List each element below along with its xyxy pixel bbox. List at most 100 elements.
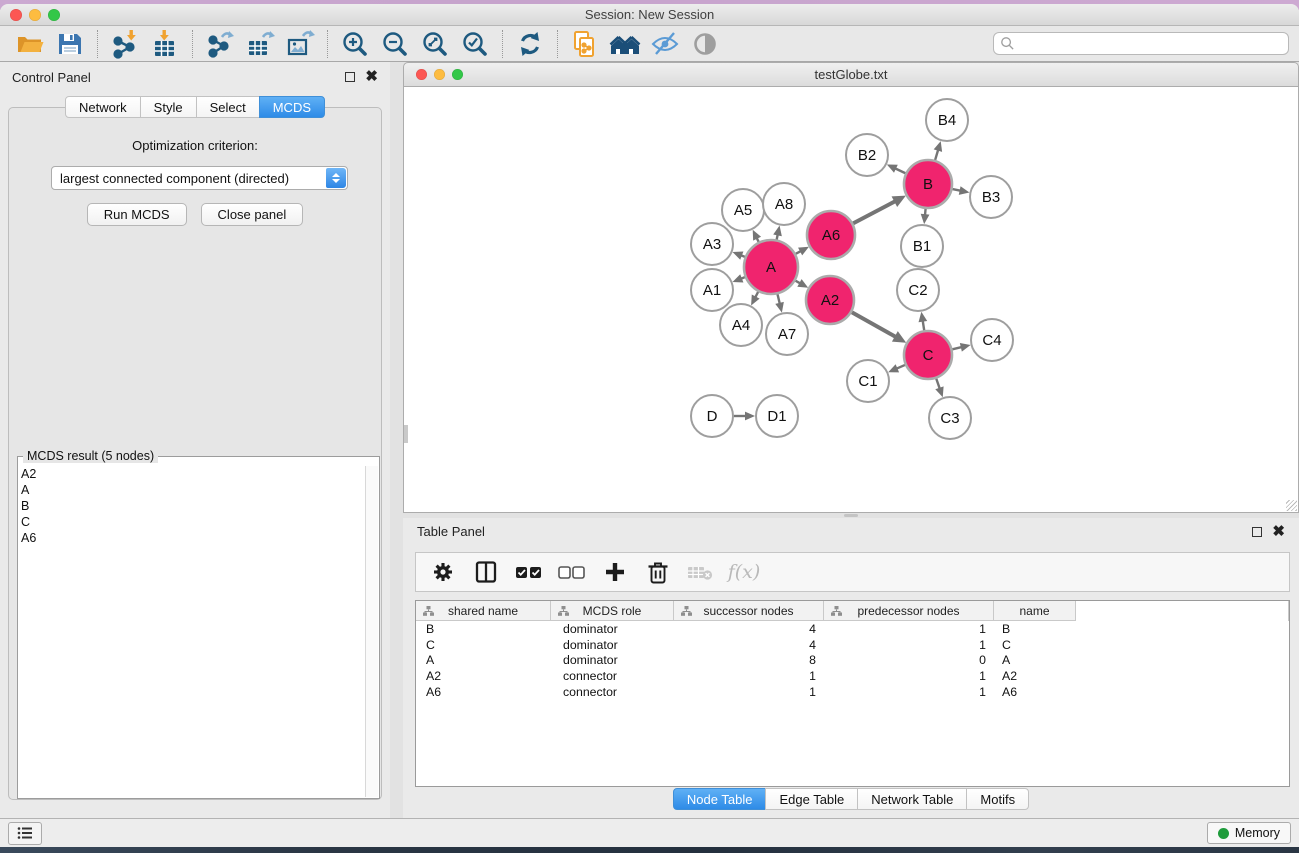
graph-node-A8[interactable]: A8 [763,183,805,225]
column-header-MCDS-role[interactable]: MCDS role [551,601,674,621]
delete-column-button[interactable] [641,556,675,588]
cell[interactable]: A6 [994,685,1076,699]
cell[interactable]: connector [551,685,674,699]
cell[interactable]: B [994,622,1076,636]
graph-node-A[interactable]: A [744,240,798,294]
zoom-out-button[interactable] [375,28,415,60]
cell[interactable]: A6 [416,685,551,699]
edge-A6-B[interactable] [853,201,896,224]
cell[interactable]: A [416,653,551,667]
cell[interactable]: dominator [551,622,674,636]
search-input[interactable] [1015,37,1282,51]
result-scrollbar[interactable] [365,466,378,797]
cell[interactable]: 4 [674,622,824,636]
cell[interactable]: A [994,653,1076,667]
cell[interactable]: 8 [674,653,824,667]
graph-node-C2[interactable]: C2 [897,269,939,311]
zoom-selected-button[interactable] [455,28,495,60]
network-close-icon[interactable] [416,69,427,80]
cell[interactable]: dominator [551,653,674,667]
zoom-fit-button[interactable] [415,28,455,60]
column-header-predecessor-nodes[interactable]: predecessor nodes [824,601,994,621]
graph-node-B2[interactable]: B2 [846,134,888,176]
select-all-button[interactable] [512,556,546,588]
cell[interactable]: 0 [824,653,994,667]
mcds-result-list[interactable]: A2ABCA6 [21,466,364,796]
network-minimize-icon[interactable] [434,69,445,80]
tab-node-table[interactable]: Node Table [673,788,767,810]
result-item-b[interactable]: B [21,498,364,514]
zoom-in-button[interactable] [335,28,375,60]
cell[interactable]: C [416,638,551,652]
float-panel-icon[interactable] [345,72,355,82]
import-network-button[interactable] [105,28,145,60]
hide-selected-button[interactable] [645,28,685,60]
deselect-all-button[interactable] [555,556,589,588]
save-session-button[interactable] [50,28,90,60]
table-row-A6[interactable]: A6connector11A6 [416,684,1289,700]
cell[interactable]: A2 [994,669,1076,683]
cell[interactable]: dominator [551,638,674,652]
result-item-a6[interactable]: A6 [21,530,364,546]
split-divider[interactable] [390,62,403,818]
graph-node-B[interactable]: B [904,160,952,208]
result-item-a[interactable]: A [21,482,364,498]
close-table-panel-icon[interactable]: ✖ [1272,527,1285,537]
network-canvas[interactable]: AA1A2A3A4A5A6A7A8BB1B2B3B4CC1C2C3C4DD1 [403,87,1299,513]
graph-node-A7[interactable]: A7 [766,313,808,355]
close-window-icon[interactable] [10,9,22,21]
graph-node-B1[interactable]: B1 [901,225,943,267]
export-table-button[interactable] [240,28,280,60]
close-panel-icon[interactable]: ✖ [365,72,378,82]
graph-node-D1[interactable]: D1 [756,395,798,437]
table-settings-button[interactable] [426,556,460,588]
graph-node-C3[interactable]: C3 [929,397,971,439]
cell[interactable]: 4 [674,638,824,652]
graph-node-C4[interactable]: C4 [971,319,1013,361]
graph-node-A1[interactable]: A1 [691,269,733,311]
zoom-window-icon[interactable] [48,9,60,21]
close-panel-button[interactable]: Close panel [201,203,304,226]
cell[interactable]: C [994,638,1076,652]
table-row-C[interactable]: Cdominator41C [416,637,1289,653]
result-item-c[interactable]: C [21,514,364,530]
tab-select[interactable]: Select [196,96,260,118]
home-layout-button[interactable] [605,28,645,60]
tab-network[interactable]: Network [65,96,141,118]
column-header-name[interactable]: name [994,601,1076,621]
export-image-button[interactable] [280,28,320,60]
clone-network-button[interactable] [565,28,605,60]
tab-mcds[interactable]: MCDS [259,96,325,118]
graph-node-A3[interactable]: A3 [691,223,733,265]
tab-edge-table[interactable]: Edge Table [765,788,858,810]
graph-node-A4[interactable]: A4 [720,304,762,346]
show-all-button[interactable] [685,28,725,60]
cell[interactable]: A2 [416,669,551,683]
graph-node-C1[interactable]: C1 [847,360,889,402]
minimize-window-icon[interactable] [29,9,41,21]
tab-style[interactable]: Style [140,96,197,118]
export-network-button[interactable] [200,28,240,60]
graph-node-A6[interactable]: A6 [807,211,855,259]
resize-grip-icon[interactable] [1286,500,1297,511]
float-table-panel-icon[interactable] [1252,527,1262,537]
table-row-A[interactable]: Adominator80A [416,652,1289,668]
cell[interactable]: 1 [824,622,994,636]
optimization-criterion-select[interactable]: largest connected component (directed) [51,166,348,190]
tab-motifs[interactable]: Motifs [966,788,1029,810]
column-header-shared-name[interactable]: shared name [416,601,551,621]
cell[interactable]: connector [551,669,674,683]
cell[interactable]: 1 [824,685,994,699]
graph-node-C[interactable]: C [904,331,952,379]
result-item-a2[interactable]: A2 [21,466,364,482]
create-column-button[interactable] [598,556,632,588]
open-session-button[interactable] [10,28,50,60]
memory-button[interactable]: Memory [1207,822,1291,844]
graph-node-D[interactable]: D [691,395,733,437]
tab-network-table[interactable]: Network Table [857,788,967,810]
import-table-button[interactable] [145,28,185,60]
cell[interactable]: 1 [674,669,824,683]
edge-A2-C[interactable] [852,312,897,337]
cell[interactable]: B [416,622,551,636]
network-zoom-icon[interactable] [452,69,463,80]
